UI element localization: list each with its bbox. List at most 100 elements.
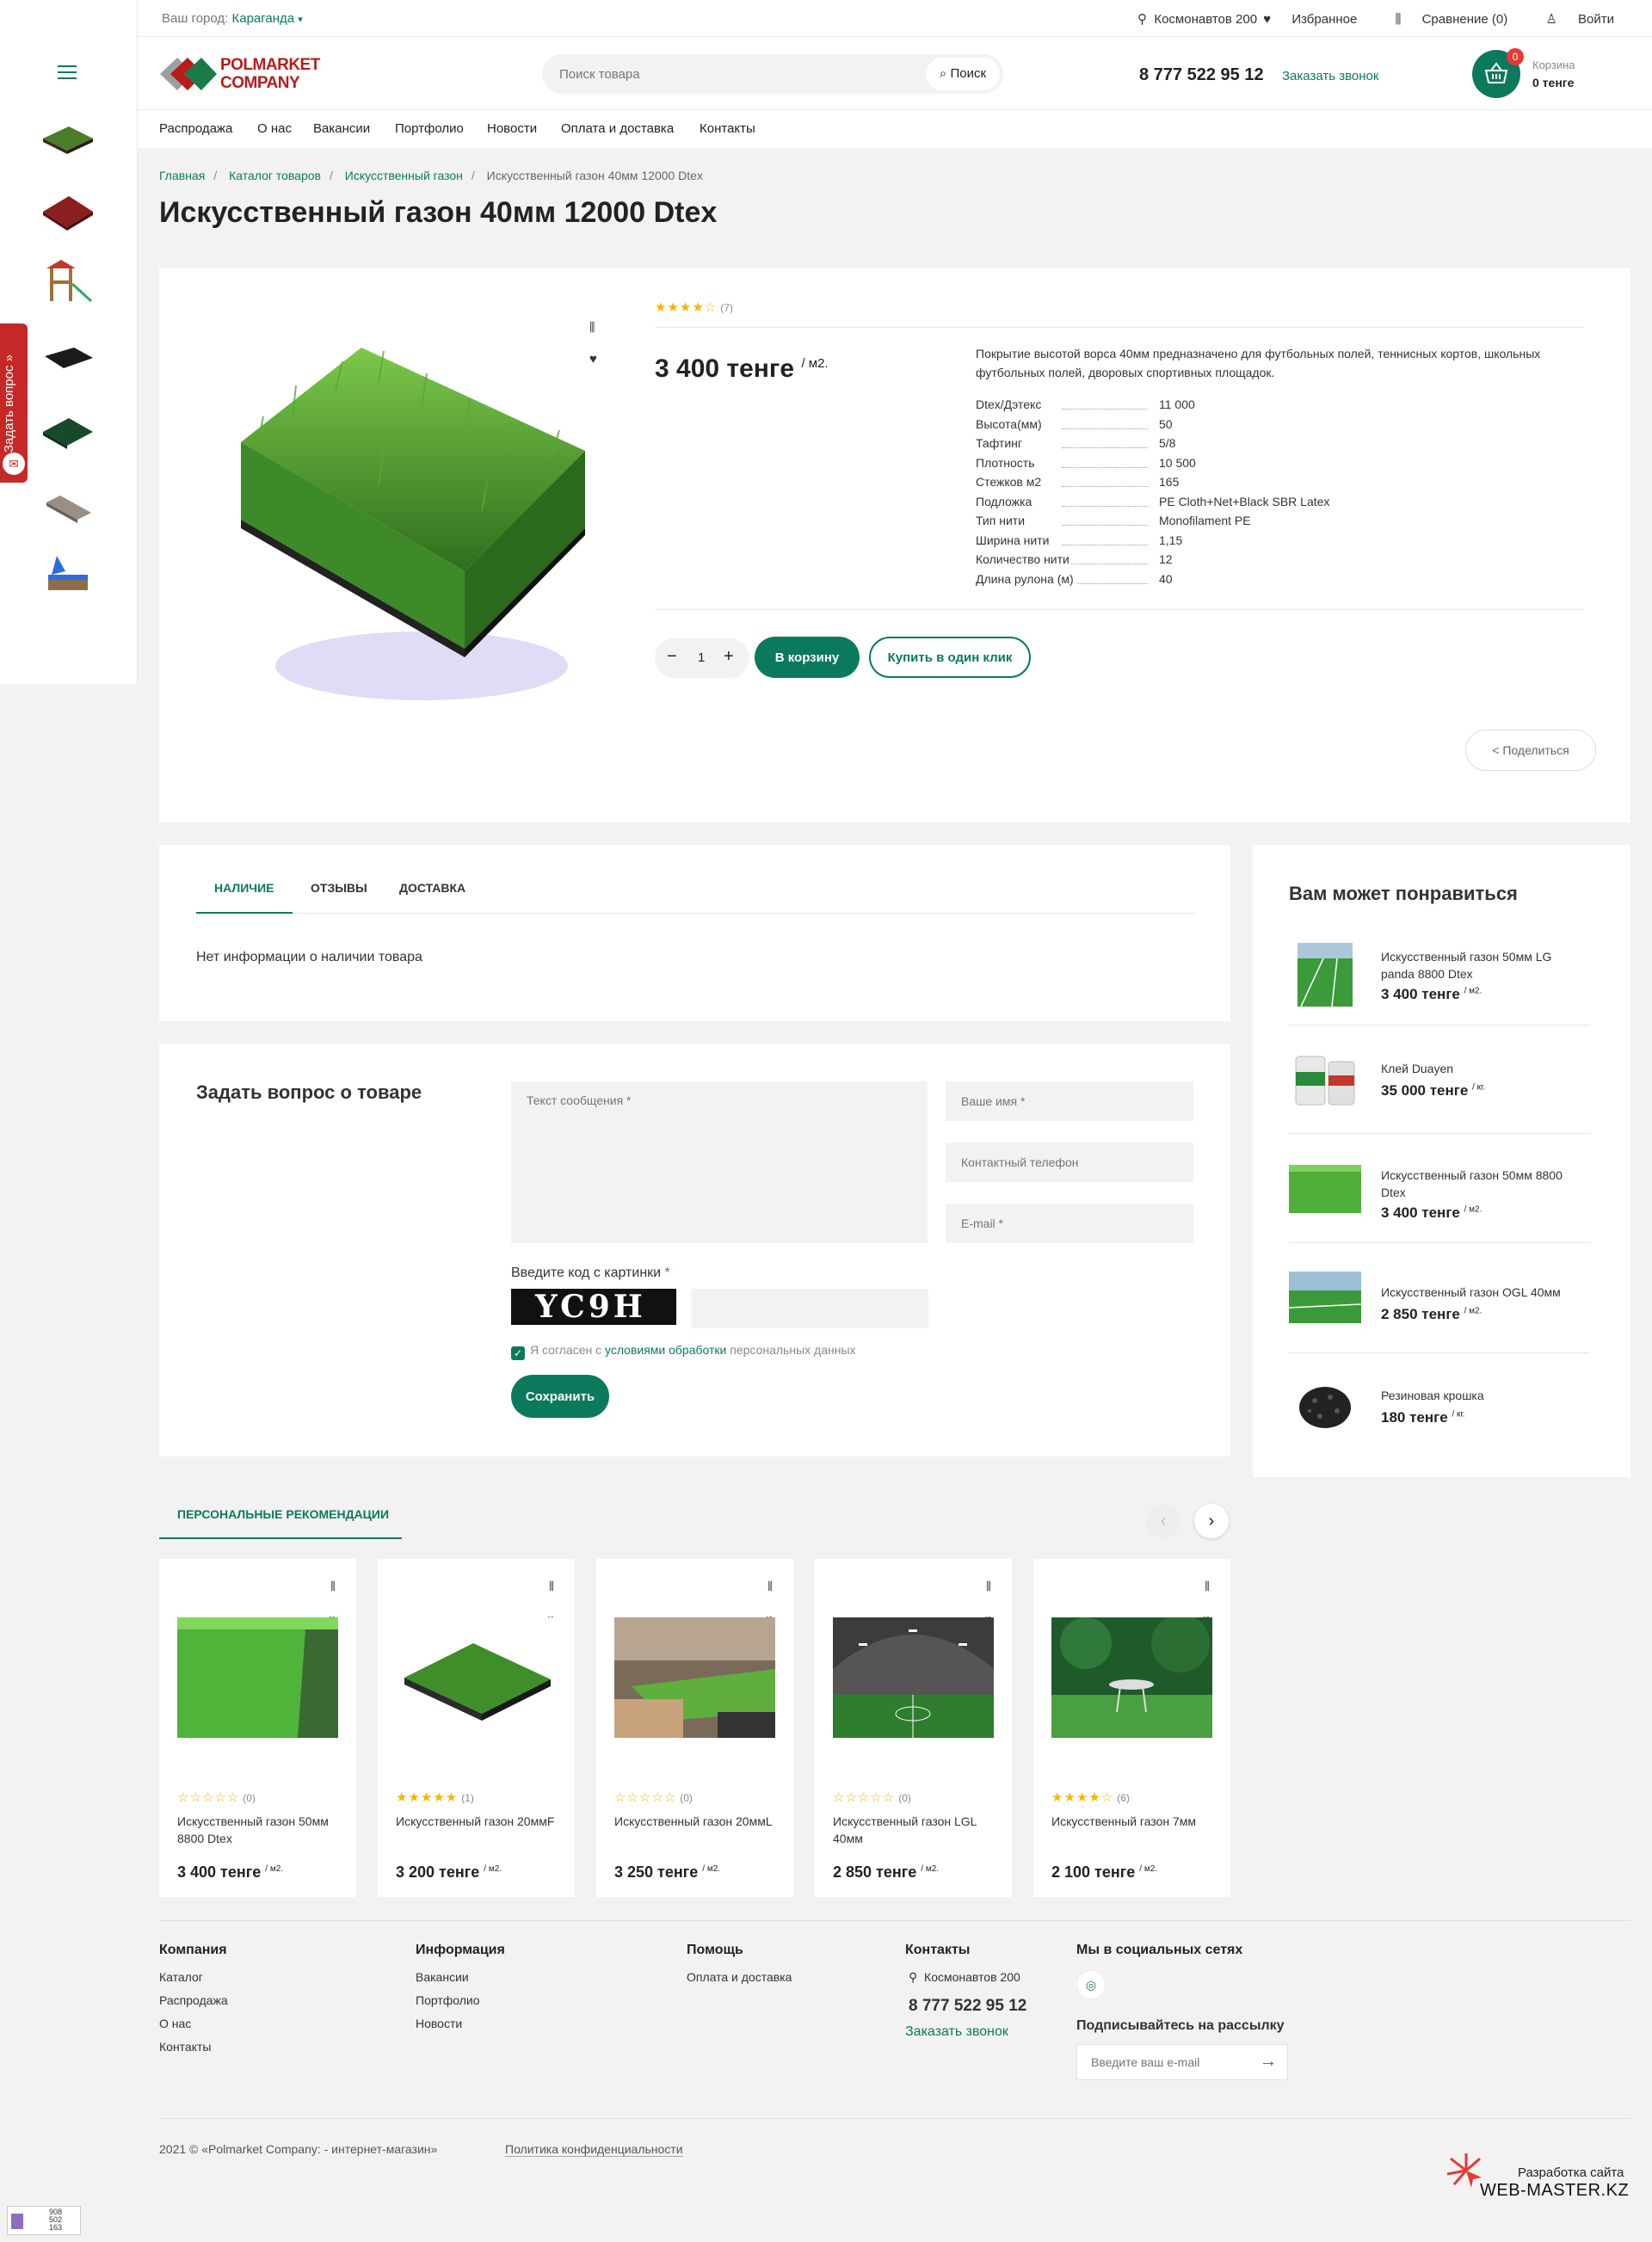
search-button[interactable]: ⌕ Поиск bbox=[926, 58, 1000, 90]
nav-item-contacts[interactable]: Контакты bbox=[700, 121, 755, 136]
footer-callback-link[interactable]: Заказать звонок bbox=[905, 2024, 1026, 2040]
city-value[interactable]: Караганда bbox=[231, 11, 294, 26]
arrow-right-icon[interactable]: → bbox=[1260, 2052, 1277, 2072]
footer-link[interactable]: Портфолио bbox=[416, 1993, 505, 2007]
footer-link[interactable]: Вакансии bbox=[416, 1970, 505, 1984]
compare-icon[interactable]: ⫼ bbox=[549, 1580, 554, 1593]
product-name[interactable]: Искусственный газон 50мм 8800 Dtex bbox=[177, 1813, 341, 1847]
grass-category-icon[interactable] bbox=[40, 114, 96, 163]
nav-item-payment-delivery[interactable]: Оплата и доставка bbox=[561, 121, 674, 136]
product-tile[interactable]: ⫼ ♥ ★★★★★(1) Искусственный газон 20ммF 3… bbox=[378, 1559, 575, 1897]
footer-link[interactable]: Контакты bbox=[159, 2040, 228, 2054]
consent-terms-link[interactable]: условиями обработки bbox=[605, 1343, 726, 1357]
list-item[interactable]: Клей Duayen 35 000 тенге / кг. bbox=[1289, 1050, 1590, 1136]
recommendations-tab[interactable]: ПЕРСОНАЛЬНЫЕ РЕКОМЕНДАЦИИ bbox=[159, 1500, 402, 1539]
compare-icon[interactable]: ⫼ bbox=[767, 1580, 773, 1593]
green-tile-category-icon[interactable] bbox=[40, 408, 96, 456]
list-item[interactable]: Искусственный газон 50мм 8800 Dtex 3 400… bbox=[1289, 1156, 1590, 1242]
playground-category-icon[interactable] bbox=[40, 258, 96, 306]
may-like-panel: Вам может понравиться Искусственный газо… bbox=[1253, 845, 1630, 1477]
list-item[interactable]: Искусственный газон OGL 40мм 2 850 тенге… bbox=[1289, 1266, 1590, 1352]
footer-link[interactable]: Оплата и доставка bbox=[687, 1970, 792, 1984]
favorites-link[interactable]: ♥ Избранное bbox=[1246, 12, 1357, 27]
footer-link[interactable]: Распродажа bbox=[159, 1993, 228, 2007]
ask-question-tab[interactable]: Задать вопрос » ✉ bbox=[0, 323, 28, 483]
header-phone[interactable]: 8 777 522 95 12 bbox=[1139, 65, 1264, 85]
product-tile[interactable]: ⫼ ♥ ★★★★☆(6) Искусственный газон 7мм 2 1… bbox=[1033, 1559, 1230, 1897]
tab-reviews[interactable]: ОТЗЫВЫ bbox=[311, 881, 367, 895]
search-input[interactable] bbox=[542, 54, 921, 94]
list-item[interactable]: Искусственный газон 50мм LG panda 8800 D… bbox=[1289, 938, 1590, 1024]
footer-phone[interactable]: 8 777 522 95 12 bbox=[909, 1997, 1026, 2016]
menu-burger-icon[interactable] bbox=[58, 65, 77, 83]
breadcrumb-category[interactable]: Искусственный газон bbox=[345, 169, 463, 182]
subscribe-email-input[interactable] bbox=[1077, 2045, 1249, 2079]
footer-link[interactable]: Новости bbox=[416, 2017, 505, 2030]
consent-checkbox[interactable]: ✓ bbox=[511, 1346, 525, 1360]
breadcrumb-home[interactable]: Главная bbox=[159, 169, 205, 182]
privacy-policy-link[interactable]: Политика конфиденциальности bbox=[505, 2142, 683, 2157]
compare-link[interactable]: ⫼ Сравнение (0) bbox=[1378, 12, 1508, 27]
product-name[interactable]: Искусственный газон LGL 40мм bbox=[833, 1813, 996, 1847]
footer-link[interactable]: Каталог bbox=[159, 1970, 228, 1984]
coating-category-icon[interactable] bbox=[40, 551, 96, 599]
product-image[interactable] bbox=[206, 313, 602, 718]
product-compare-icon[interactable]: ⫼ bbox=[589, 320, 595, 335]
breadcrumb-catalog[interactable]: Каталог товаров bbox=[229, 169, 321, 182]
product-name[interactable]: Искусственный газон 20ммL bbox=[614, 1813, 778, 1830]
product-rating[interactable]: ★★★★☆ (7) bbox=[655, 299, 733, 315]
developer-credit[interactable]: Разработка сайта WEB-MASTER.KZ bbox=[1442, 2147, 1631, 2200]
quantity-value[interactable]: 1 bbox=[698, 650, 705, 665]
share-button[interactable]: < Поделиться bbox=[1465, 730, 1596, 771]
product-name[interactable]: Искусственный газон 20ммF bbox=[396, 1813, 559, 1830]
footer-heading: Контакты bbox=[905, 1943, 971, 1957]
product-tile[interactable]: ⫼ ♥ ☆☆☆☆☆(0) Искусственный газон LGL 40м… bbox=[815, 1559, 1012, 1897]
nav-item-sale[interactable]: Распродажа bbox=[159, 121, 232, 136]
visit-counter[interactable]: 908 502 163 bbox=[7, 2206, 81, 2235]
product-tile[interactable]: ⫼ ♥ ☆☆☆☆☆(0) Искусственный газон 20ммL 3… bbox=[596, 1559, 793, 1897]
buy-one-click-button[interactable]: Купить в один клик bbox=[869, 637, 1031, 678]
footer-address-text: Космонавтов 200 bbox=[924, 1970, 1020, 1984]
email-field[interactable] bbox=[946, 1204, 1193, 1243]
compare-icon[interactable]: ⫼ bbox=[330, 1580, 336, 1593]
cart-button[interactable]: 0 bbox=[1472, 48, 1524, 98]
name-field[interactable] bbox=[946, 1081, 1193, 1121]
nav-item-about[interactable]: О нас bbox=[257, 121, 292, 136]
phone-field[interactable] bbox=[946, 1143, 1193, 1182]
spec-value: 5/8 bbox=[1159, 436, 1176, 450]
product-price: 2 850 тенге bbox=[833, 1863, 917, 1881]
login-link[interactable]: ♙ Войти bbox=[1528, 12, 1614, 27]
footer-link[interactable]: О нас bbox=[159, 2017, 228, 2030]
site-logo[interactable]: POLMARKET COMPANY bbox=[158, 52, 320, 95]
product-favorite-icon[interactable]: ♥ bbox=[589, 352, 597, 366]
list-item[interactable]: Резиновая крошка 180 тенге / кг. bbox=[1289, 1377, 1590, 1463]
compare-icon[interactable]: ⫼ bbox=[1205, 1580, 1210, 1593]
quantity-plus-button[interactable]: + bbox=[724, 647, 734, 667]
black-mat-category-icon[interactable] bbox=[40, 334, 96, 382]
product-name[interactable]: Искусственный газон 7мм bbox=[1051, 1813, 1215, 1830]
tab-delivery[interactable]: ДОСТАВКА bbox=[399, 881, 465, 895]
rating-count: (0) bbox=[898, 1792, 911, 1804]
rubber-tile-category-icon[interactable] bbox=[40, 188, 96, 236]
city-selector[interactable]: Ваш город: Караганда ▾ bbox=[162, 11, 303, 26]
consent-checkbox-row[interactable]: ✓ Я согласен с условиями обработки персон… bbox=[511, 1343, 856, 1360]
save-button[interactable]: Сохранить bbox=[511, 1375, 609, 1418]
carousel-next-button[interactable]: › bbox=[1194, 1504, 1229, 1538]
instagram-icon[interactable]: ◎ bbox=[1076, 1970, 1106, 1999]
callback-link[interactable]: Заказать звонок bbox=[1282, 69, 1378, 83]
rating-stars: ★★★★★ bbox=[396, 1790, 459, 1805]
nav-item-news[interactable]: Новости bbox=[487, 121, 537, 136]
captcha-input[interactable] bbox=[691, 1289, 928, 1328]
tab-availability[interactable]: НАЛИЧИЕ bbox=[214, 881, 274, 895]
message-textarea[interactable] bbox=[511, 1081, 928, 1243]
add-to-cart-button[interactable]: В корзину bbox=[755, 637, 860, 678]
border-category-icon[interactable] bbox=[40, 482, 96, 530]
logo-line2: COMPANY bbox=[220, 74, 300, 92]
compare-icon[interactable]: ⫼ bbox=[986, 1580, 991, 1593]
carousel-prev-button[interactable]: ‹ bbox=[1146, 1504, 1180, 1538]
nav-item-portfolio[interactable]: Портфолио bbox=[395, 121, 464, 136]
nav-item-vacancies[interactable]: Вакансии bbox=[313, 121, 370, 136]
quantity-minus-button[interactable]: − bbox=[667, 647, 677, 667]
product-image bbox=[1051, 1617, 1212, 1738]
product-tile[interactable]: ⫼ ♥ ☆☆☆☆☆(0) Искусственный газон 50мм 88… bbox=[159, 1559, 356, 1897]
